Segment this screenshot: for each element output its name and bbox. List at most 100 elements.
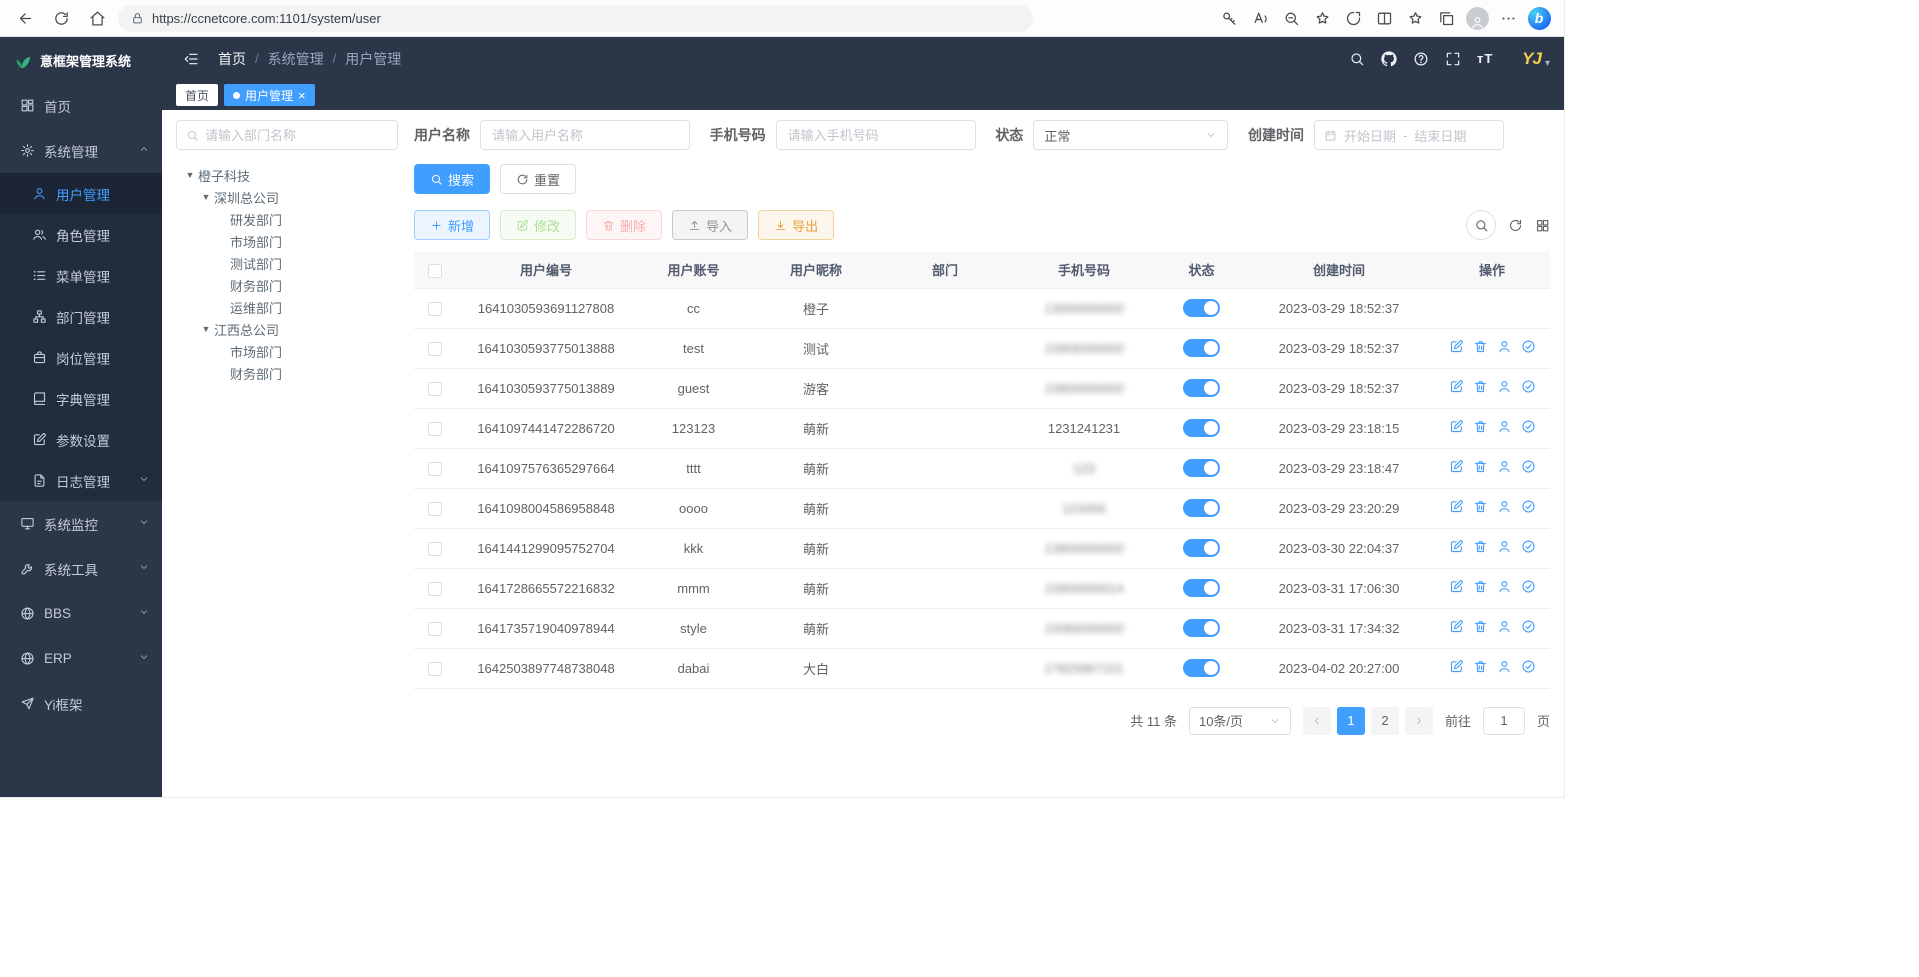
tree-node[interactable]: 财务部门 xyxy=(176,362,398,384)
row-assign-role-button[interactable] xyxy=(1521,619,1536,634)
sidebar-item-post-management[interactable]: 岗位管理 xyxy=(0,337,162,378)
row-assign-role-button[interactable] xyxy=(1521,459,1536,474)
tree-node[interactable]: ▼橙子科技 xyxy=(176,164,398,186)
sidebar-item-dict-management[interactable]: 字典管理 xyxy=(0,378,162,419)
table-row[interactable]: 1641735719040978944style萌新15066000000202… xyxy=(414,608,1550,648)
status-toggle[interactable] xyxy=(1183,579,1220,597)
row-reset-password-button[interactable] xyxy=(1497,579,1512,594)
row-delete-button[interactable] xyxy=(1473,499,1488,514)
status-toggle[interactable] xyxy=(1183,419,1220,437)
sidebar-item-menu-management[interactable]: 菜单管理 xyxy=(0,255,162,296)
browser-profile-button[interactable] xyxy=(1462,3,1492,33)
tree-node[interactable]: 市场部门 xyxy=(176,340,398,362)
tree-node[interactable]: 研发部门 xyxy=(176,208,398,230)
row-checkbox[interactable] xyxy=(428,662,442,676)
browser-back-button[interactable] xyxy=(10,3,40,33)
dept-search-input[interactable] xyxy=(205,128,388,143)
row-reset-password-button[interactable] xyxy=(1497,499,1512,514)
delete-button[interactable]: 删除 xyxy=(586,210,662,240)
row-assign-role-button[interactable] xyxy=(1521,499,1536,514)
sidebar-item-log-management[interactable]: 日志管理 xyxy=(0,460,162,501)
row-delete-button[interactable] xyxy=(1473,619,1488,634)
browser-home-button[interactable] xyxy=(82,3,112,33)
breadcrumb-item-home[interactable]: 首页 xyxy=(218,49,246,69)
row-reset-password-button[interactable] xyxy=(1497,339,1512,354)
row-assign-role-button[interactable] xyxy=(1521,539,1536,554)
sidebar-item-system-tools[interactable]: 系统工具 xyxy=(0,546,162,591)
refresh-table-button[interactable] xyxy=(1508,218,1523,233)
more-button[interactable] xyxy=(1493,3,1523,33)
row-checkbox[interactable] xyxy=(428,502,442,516)
tab-home[interactable]: 首页 xyxy=(176,84,218,106)
sidebar-item-erp[interactable]: ERP xyxy=(0,636,162,681)
goto-page-input[interactable] xyxy=(1483,707,1525,735)
tree-node[interactable]: 财务部门 xyxy=(176,274,398,296)
fullscreen-button[interactable] xyxy=(1438,44,1468,74)
row-checkbox[interactable] xyxy=(428,302,442,316)
row-delete-button[interactable] xyxy=(1473,419,1488,434)
copilot-button[interactable]: b xyxy=(1524,3,1554,33)
status-toggle[interactable] xyxy=(1183,619,1220,637)
table-row[interactable]: 1641030593775013889guest游客15800000000202… xyxy=(414,368,1550,408)
favorite-add-button[interactable] xyxy=(1307,3,1337,33)
row-checkbox[interactable] xyxy=(428,342,442,356)
status-toggle[interactable] xyxy=(1183,499,1220,517)
read-aloud-button[interactable] xyxy=(1245,3,1275,33)
reset-button[interactable]: 重置 xyxy=(500,164,576,194)
row-checkbox[interactable] xyxy=(428,622,442,636)
github-button[interactable] xyxy=(1374,44,1404,74)
row-checkbox[interactable] xyxy=(428,462,442,476)
search-button[interactable]: 搜索 xyxy=(414,164,490,194)
table-row[interactable]: 1641728665572216832mmm萌新159000000142023-… xyxy=(414,568,1550,608)
phone-input[interactable] xyxy=(776,120,976,150)
username-input[interactable] xyxy=(480,120,690,150)
zoom-out-button[interactable] xyxy=(1276,3,1306,33)
edit-button[interactable]: 修改 xyxy=(500,210,576,240)
collapse-sidebar-button[interactable] xyxy=(176,44,206,74)
status-toggle[interactable] xyxy=(1183,659,1220,677)
page-size-select[interactable]: 10条/页 xyxy=(1189,707,1291,735)
row-edit-button[interactable] xyxy=(1449,659,1464,674)
row-assign-role-button[interactable] xyxy=(1521,659,1536,674)
sidebar-item-system-management[interactable]: 系统管理 xyxy=(0,128,162,173)
row-delete-button[interactable] xyxy=(1473,459,1488,474)
tree-node[interactable]: ▼深圳总公司 xyxy=(176,186,398,208)
table-row[interactable]: 1642503897748738048dabai大白17825867101202… xyxy=(414,648,1550,688)
close-icon[interactable]: × xyxy=(298,89,306,102)
sidebar-item-home[interactable]: 首页 xyxy=(0,83,162,128)
split-screen-button[interactable] xyxy=(1369,3,1399,33)
row-edit-button[interactable] xyxy=(1449,459,1464,474)
extensions-button[interactable] xyxy=(1338,3,1368,33)
favorites-bar-button[interactable] xyxy=(1400,3,1430,33)
table-row[interactable]: 1641097441472286720123123萌新1231241231202… xyxy=(414,408,1550,448)
row-edit-button[interactable] xyxy=(1449,539,1464,554)
status-toggle[interactable] xyxy=(1183,539,1220,557)
table-row[interactable]: 1641030593691127808cc橙子130000000002023-0… xyxy=(414,288,1550,328)
table-row[interactable]: 1641098004586958848oooo萌新1234562023-03-2… xyxy=(414,488,1550,528)
sidebar-item-bbs[interactable]: BBS xyxy=(0,591,162,636)
row-assign-role-button[interactable] xyxy=(1521,579,1536,594)
row-reset-password-button[interactable] xyxy=(1497,459,1512,474)
row-delete-button[interactable] xyxy=(1473,659,1488,674)
key-button[interactable] xyxy=(1214,3,1244,33)
column-settings-button[interactable] xyxy=(1535,218,1550,233)
sidebar-item-dept-management[interactable]: 部门管理 xyxy=(0,296,162,337)
tree-node[interactable]: 测试部门 xyxy=(176,252,398,274)
status-select[interactable]: 正常 xyxy=(1033,120,1228,150)
row-edit-button[interactable] xyxy=(1449,339,1464,354)
sidebar-item-user-management[interactable]: 用户管理 xyxy=(0,173,162,214)
status-toggle[interactable] xyxy=(1183,459,1220,477)
row-reset-password-button[interactable] xyxy=(1497,659,1512,674)
row-delete-button[interactable] xyxy=(1473,339,1488,354)
row-checkbox[interactable] xyxy=(428,382,442,396)
page-button-2[interactable]: 2 xyxy=(1371,707,1399,735)
row-checkbox[interactable] xyxy=(428,422,442,436)
sidebar-item-system-monitor[interactable]: 系统监控 xyxy=(0,501,162,546)
row-delete-button[interactable] xyxy=(1473,379,1488,394)
prev-page-button[interactable]: ‹ xyxy=(1303,707,1331,735)
sidebar-item-param-settings[interactable]: 参数设置 xyxy=(0,419,162,460)
tree-node[interactable]: 市场部门 xyxy=(176,230,398,252)
select-all-checkbox[interactable] xyxy=(428,264,442,278)
collections-button[interactable] xyxy=(1431,3,1461,33)
tree-node[interactable]: ▼江西总公司 xyxy=(176,318,398,340)
